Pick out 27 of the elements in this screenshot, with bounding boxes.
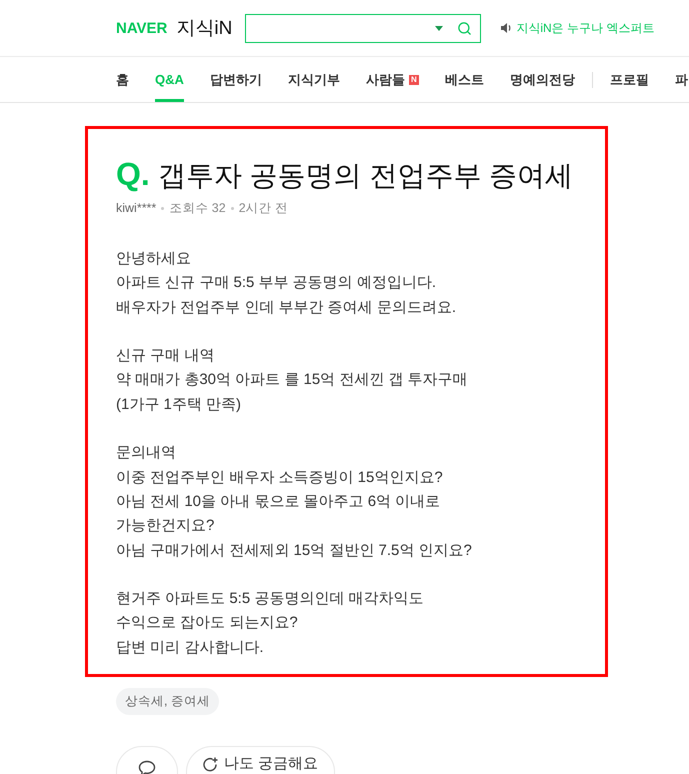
curious-button[interactable]: 나도 궁금해요 xyxy=(186,746,335,774)
question-title: 갭투자 공동명의 전업주부 증여세 xyxy=(158,159,574,193)
caret-down-icon[interactable] xyxy=(435,26,444,30)
post-time: 2시간 전 xyxy=(238,200,288,217)
nav-tab[interactable]: 베스트 xyxy=(444,57,484,102)
service-logo[interactable]: 지식iN xyxy=(176,18,232,38)
tag-chip[interactable]: 상속세, 증여세 xyxy=(116,688,219,716)
author-name[interactable]: kiwi**** xyxy=(116,199,156,217)
nav-tab[interactable]: 지식기부 xyxy=(288,57,340,102)
speaker-icon xyxy=(501,23,512,33)
nav-tab[interactable]: 명예의전당 xyxy=(510,57,575,102)
search-icon[interactable] xyxy=(457,20,472,36)
question-paragraph: 안녕하세요 아파트 신규 구매 5:5 부부 공동명의 예정입니다. 배우자가 전업주부 인데 부부간 증여세 문의드려요. xyxy=(116,249,458,318)
nav-tab[interactable]: 답변하기 xyxy=(210,57,262,102)
question-paragraph: 신규 구매 내역 약 매매가 총30억 아파트 를 15억 전세낀 갭 투자구매 (1가구 1주택 만족) xyxy=(116,346,469,415)
question-paragraph: 문의내역 이중 전업주부인 배우자 소득증빙이 15억인지요? 아님 전세 10을 아내 몫으로 몰아주고 6억 이내로 가능한건지요? 아님 구매가에서 전세제외 15억 절반인 7.5억 인지요? xyxy=(116,443,473,561)
nav-tab[interactable]: 사람들 N xyxy=(366,57,419,102)
search-field[interactable] xyxy=(245,14,482,42)
nav-tab[interactable]: 프로필 xyxy=(610,57,649,102)
question-mark-label: Q. xyxy=(116,155,150,194)
speech-bubble-icon xyxy=(138,760,156,774)
plus-circle-icon xyxy=(202,757,218,772)
nav-tab[interactable]: 홈 xyxy=(116,57,129,102)
nav-tab[interactable]: 파 xyxy=(674,57,688,102)
question-paragraph: 현거주 아파트도 5:5 공동명의인데 매각차익도 수익으로 잡아도 되는지요? 답변 미리 감사합니다. xyxy=(116,589,425,658)
view-count: 조회수 32 xyxy=(169,200,226,217)
new-badge: N xyxy=(408,74,419,84)
